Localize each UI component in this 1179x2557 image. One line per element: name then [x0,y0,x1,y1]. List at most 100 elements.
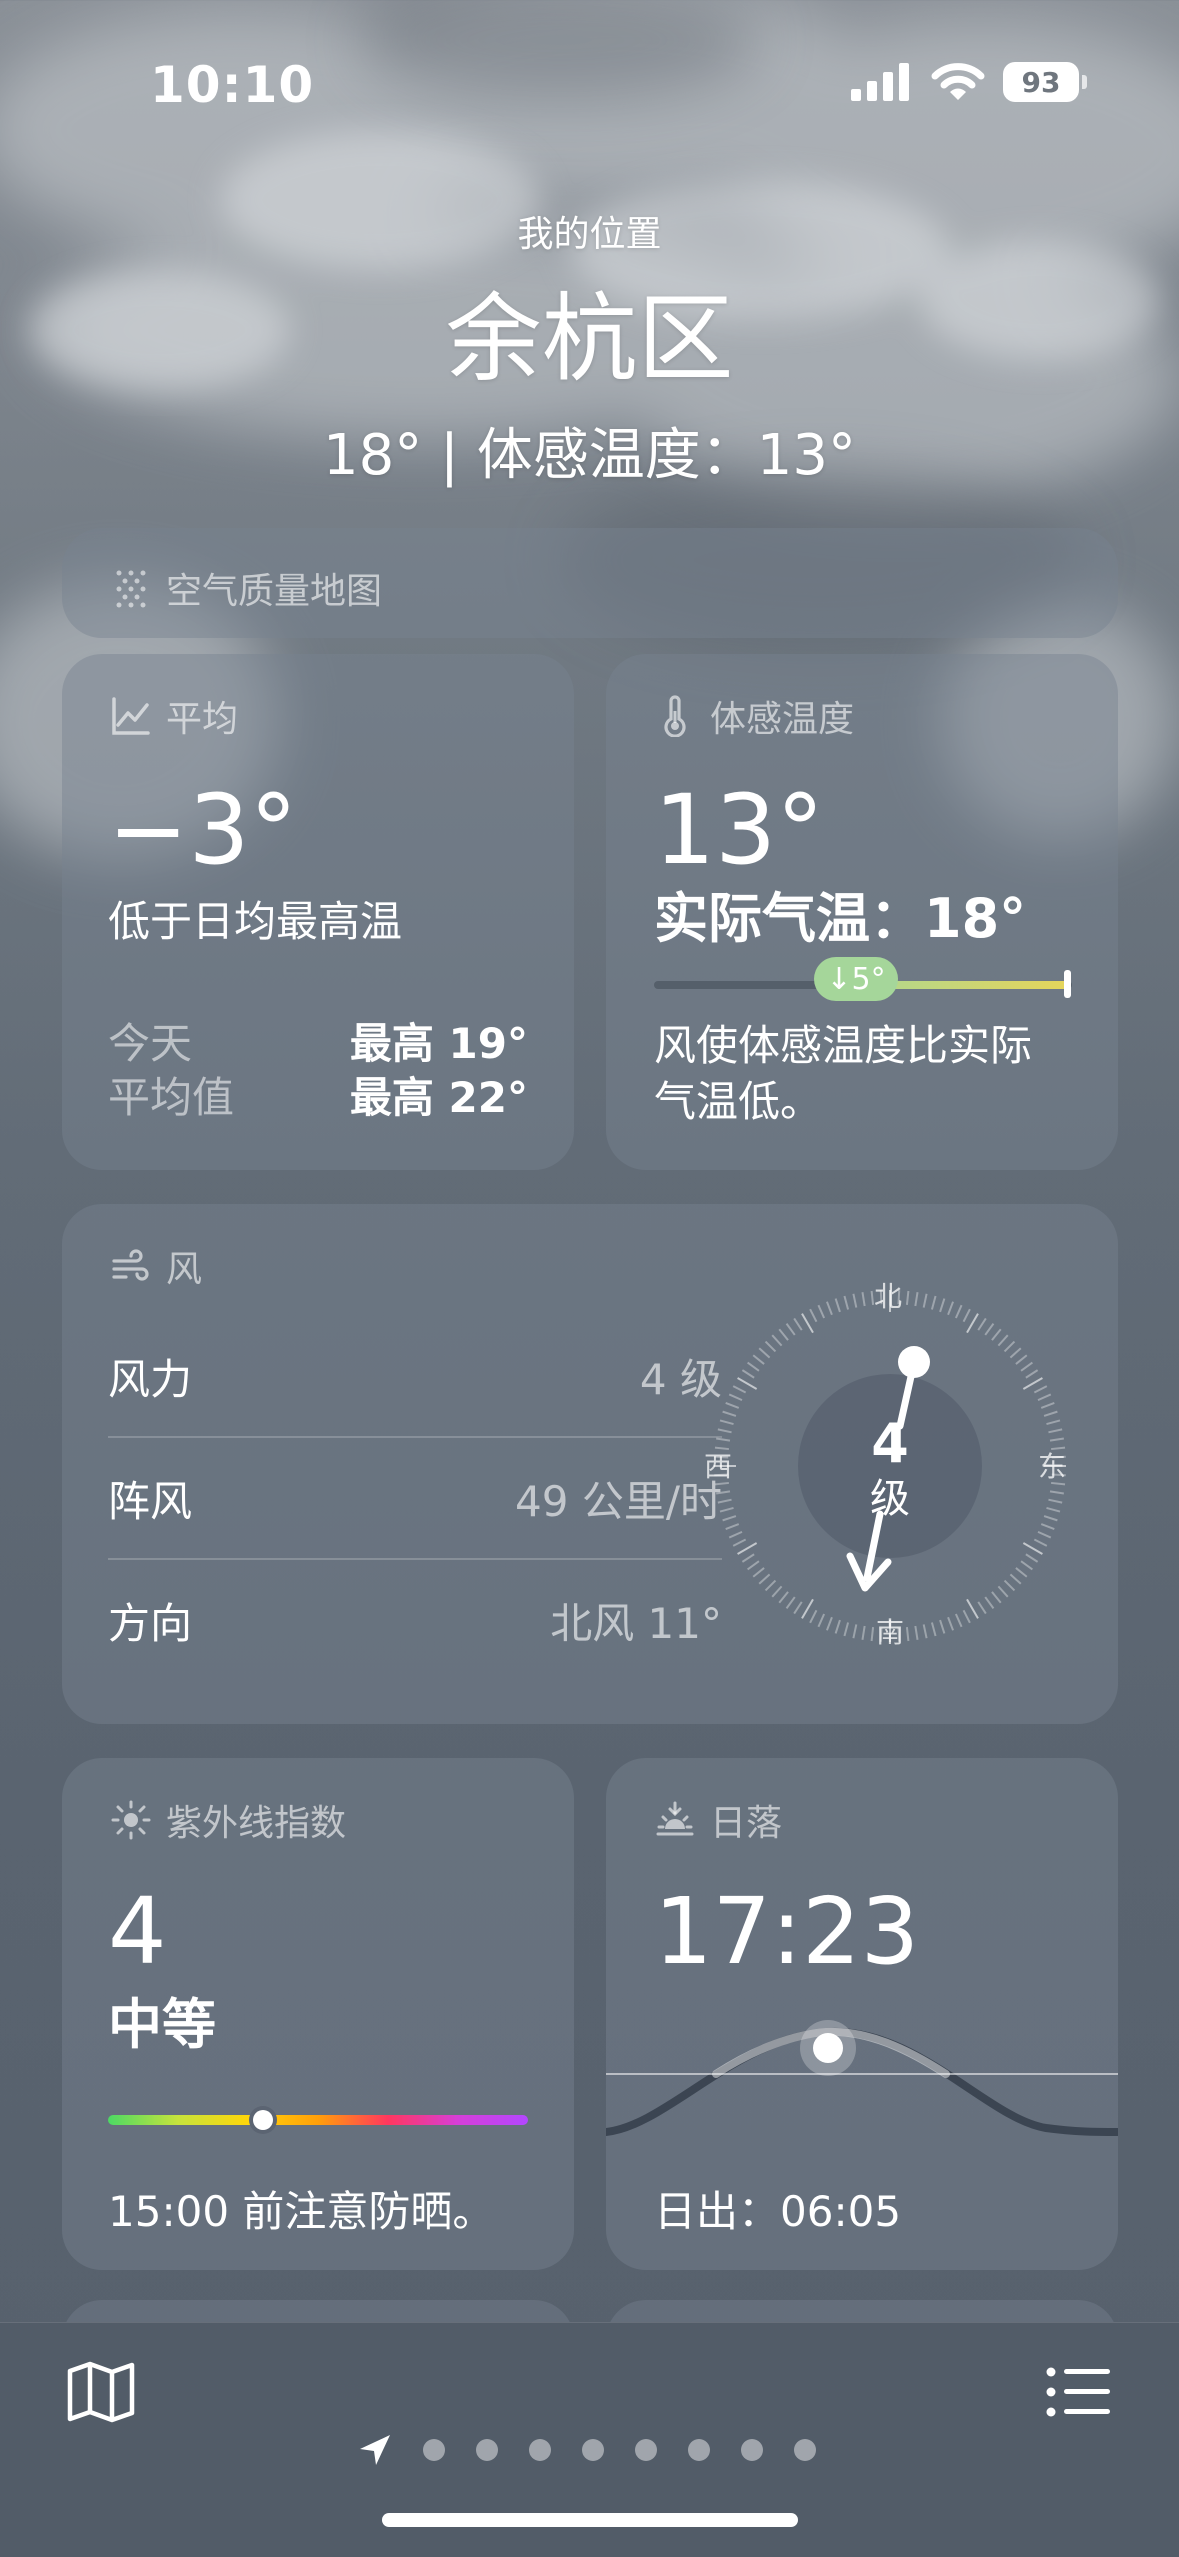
list-icon[interactable] [1046,2367,1112,2417]
compass-tick [852,1293,858,1308]
compass-tick [717,1498,732,1504]
page-dot[interactable] [741,2439,763,2461]
compass-tick [747,1560,760,1571]
uv-title: 紫外线指数 [166,1803,347,1844]
compass-tick [861,1625,866,1640]
compass-tick [834,1619,841,1634]
air-quality-map-card[interactable]: 空气质量地图 [62,528,1118,638]
trend-chart-icon [112,697,150,735]
page-dot[interactable] [794,2439,816,2461]
average-title: 平均 [166,699,239,740]
compass-tick [801,1598,814,1619]
map-icon[interactable] [66,2361,136,2423]
compass-tick [719,1506,734,1513]
compass-tick [737,1377,758,1390]
compass-east-label: 东 [1038,1450,1066,1483]
compass-tick [1009,1347,1022,1359]
compass-tick [801,1313,814,1334]
compass-tick [758,1573,771,1585]
air-quality-header: 空气质量地图 [110,562,382,614]
wind-row-label: 风力 [108,1354,193,1404]
feels-like-description: 风使体感温度比实际 气温低。 [654,1018,1032,1130]
compass-tick [758,1347,771,1359]
compass-tick [1051,1446,1066,1451]
compass-south-label: 南 [876,1616,904,1649]
actual-temperature: 实际气温：18° [654,887,1027,950]
compass-tick [752,1567,765,1578]
feels-like-bar: ↓5° [654,957,1072,1001]
feels-like-value: 13° [654,774,825,886]
feels-like-description-line: 气温低。 [654,1077,823,1126]
wind-title: 风 [166,1249,203,1290]
cellular-signal-icon [851,63,909,101]
compass-tick [1022,1377,1043,1390]
compass-tick [809,1308,818,1323]
average-row-label: 平均值 [108,1073,235,1122]
average-row-label: 今天 [108,1019,193,1068]
compass-tick [1040,1523,1055,1531]
compass-north-label: 北 [874,1280,902,1313]
average-card[interactable]: 平均 −3° 低于日均最高温 今天 最高 19° 平均值 最高 22° [62,654,574,1170]
page-dot[interactable] [688,2439,710,2461]
compass-tick [962,1308,971,1323]
compass-tick [1040,1401,1055,1409]
compass-tick [737,1542,758,1555]
air-quality-label: 空气质量地图 [166,571,383,612]
location-arrow-icon [360,2435,390,2465]
compass-tick [1015,1567,1028,1578]
compass-tick [785,1323,796,1336]
compass-tick [947,1301,955,1316]
average-row-normal: 平均值 最高 22° [108,1064,528,1125]
compass-tick [1009,1573,1022,1585]
sun-position-marker [813,2033,843,2063]
compass-tick [732,1385,747,1394]
feels-like-header: 体感温度 [654,690,854,742]
average-header: 平均 [110,690,238,742]
compass-tick [997,1585,1009,1598]
compass-tick [1033,1385,1048,1394]
uv-index-card[interactable]: 紫外线指数 4 中等 15:00 前注意防晒。 [62,1758,574,2270]
wind-card[interactable]: 风 风力 4 级 阵风 49 公里/时 方向 北风 11° 北 南 东 西 4 … [62,1204,1118,1724]
feels-like-card[interactable]: 体感温度 13° 实际气温：18° ↓5° 风使体感温度比实际 气温低。 [606,654,1118,1170]
average-description: 低于日均最高温 [108,897,403,946]
compass-tick [939,1619,946,1634]
status-time: 10:10 [150,56,315,114]
home-indicator[interactable] [382,2513,798,2527]
city-name: 余杭区 [445,283,734,395]
compass-tick [778,1591,789,1604]
compass-tick [725,1401,740,1409]
compass-tick [954,1613,963,1628]
compass-tick [778,1328,789,1341]
compass-tick [732,1538,747,1547]
compass-tick [861,1292,866,1307]
status-icons: 93 [851,62,1087,102]
compass-tick [1025,1369,1039,1379]
compass-tick [716,1490,731,1495]
compass-tick [977,1317,987,1331]
compass-tick [1022,1542,1043,1555]
compass-tick [997,1334,1009,1347]
compass-tick [771,1334,783,1347]
feels-like-description-line: 风使体感温度比实际 [654,1021,1033,1070]
compass-tick [843,1622,850,1637]
page-dot[interactable] [476,2439,498,2461]
compass-tick [954,1304,963,1319]
page-dot[interactable] [423,2439,445,2461]
uv-value: 4 [108,1878,167,1985]
compass-tick [1046,1506,1061,1513]
page-dot[interactable] [582,2439,604,2461]
compass-tick [852,1624,858,1639]
page-dot[interactable] [635,2439,657,2461]
uv-header: 紫外线指数 [110,1794,346,1846]
page-indicator[interactable] [358,2433,816,2467]
compass-tick [716,1437,731,1442]
uv-level: 中等 [108,1993,216,2056]
page-dot[interactable] [529,2439,551,2461]
sunset-card[interactable]: 日落 17:23 日出：06:05 [606,1758,1118,2270]
compass-tick [817,1304,826,1319]
uv-note: 15:00 前注意防晒。 [108,2187,495,2236]
compass-tick [1043,1515,1058,1522]
sun-icon [111,1800,151,1840]
wind-row-label: 方向 [108,1598,193,1648]
air-quality-dots-icon [116,570,146,608]
